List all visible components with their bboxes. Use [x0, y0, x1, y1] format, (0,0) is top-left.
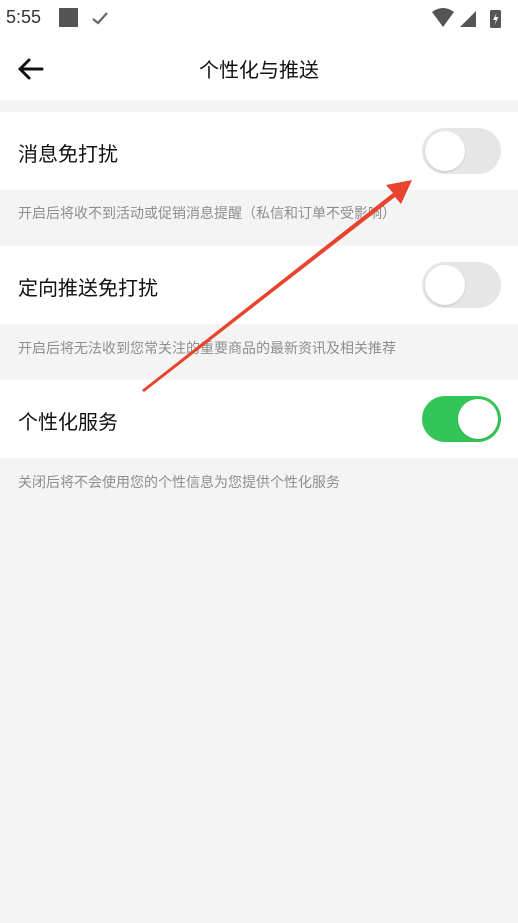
status-time: 5:55	[6, 7, 42, 27]
toggle-knob	[425, 131, 465, 171]
wifi-icon	[432, 8, 454, 27]
status-bar: 5:55	[0, 0, 518, 36]
toggle-knob	[425, 265, 465, 305]
personalized-service-toggle[interactable]	[422, 396, 501, 442]
do-not-disturb-toggle[interactable]	[422, 128, 501, 174]
targeted-push-toggle[interactable]	[422, 262, 501, 308]
setting-label: 个性化服务	[18, 410, 118, 434]
signal-icon	[460, 11, 476, 27]
header: 个性化与推送	[0, 36, 518, 100]
toggle-knob	[458, 399, 498, 439]
setting-row-personalized-service: 个性化服务	[0, 380, 518, 458]
status-icons	[432, 8, 501, 28]
setting-label: 消息免打扰	[18, 142, 118, 166]
setting-row-do-not-disturb: 消息免打扰	[0, 112, 518, 190]
setting-description: 开启后将收不到活动或促销消息提醒（私信和订单不受影响）	[18, 206, 396, 222]
setting-description: 关闭后将不会使用您的个性信息为您提供个性化服务	[18, 475, 340, 491]
page-title: 个性化与推送	[199, 58, 319, 82]
check-icon	[92, 12, 108, 25]
setting-row-targeted-push: 定向推送免打扰	[0, 246, 518, 324]
setting-label: 定向推送免打扰	[18, 276, 158, 300]
notification-square-icon	[59, 8, 78, 27]
setting-description: 开启后将无法收到您常关注的重要商品的最新资讯及相关推荐	[18, 341, 396, 357]
